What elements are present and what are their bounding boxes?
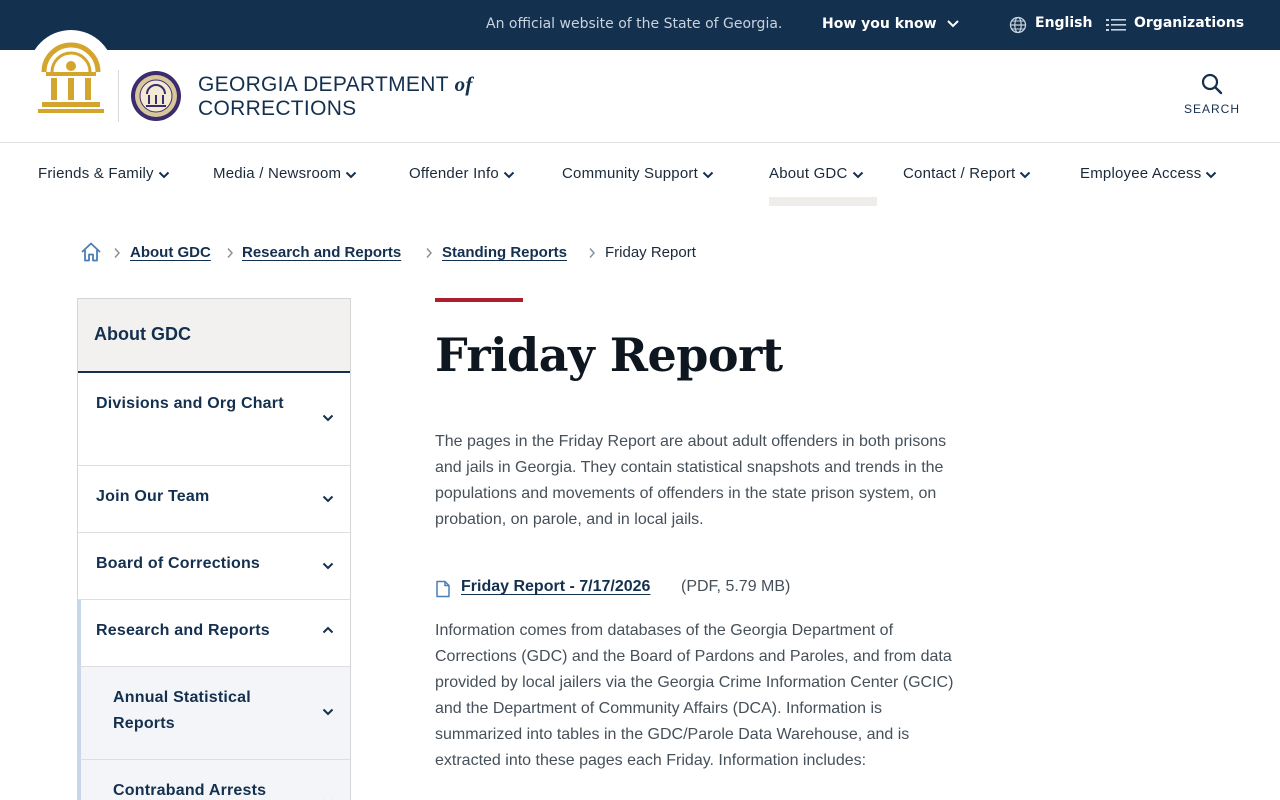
chevron-right-icon [227, 248, 234, 258]
agency-name-of: of [454, 72, 473, 96]
nav-label: Media / Newsroom [213, 165, 342, 182]
nav-label: Employee Access [1080, 165, 1202, 182]
intro-paragraph: The pages in the Friday Report are about… [435, 433, 947, 528]
globe-icon [1009, 16, 1027, 34]
chevron-down-icon[interactable] [322, 414, 334, 422]
chevron-down-icon[interactable] [322, 495, 334, 503]
sidebar-item-research-reports[interactable]: Research and Reports [78, 600, 350, 667]
section-sidebar: About GDC Divisions and Org Chart Join O… [77, 298, 351, 800]
how-you-know-button[interactable]: How you know [822, 16, 959, 32]
chevron-up-icon[interactable] [322, 626, 334, 634]
nav-label: Community Support [562, 165, 698, 182]
breadcrumb-current: Friday Report [605, 244, 696, 261]
organizations-label: Organizations [1134, 15, 1245, 31]
document-icon [436, 580, 450, 598]
chevron-right-icon [426, 248, 433, 258]
language-label: English [1035, 15, 1093, 31]
chevron-right-icon [589, 248, 596, 258]
agency-name[interactable]: GEORGIA DEPARTMENT of CORRECTIONS [198, 72, 473, 121]
nav-active-indicator [769, 197, 877, 206]
nav-label: Friends & Family [38, 165, 154, 182]
sidebar-item-join-our-team[interactable]: Join Our Team [78, 466, 350, 533]
sidebar-subitem-annual-statistical-reports[interactable]: Annual Statistical Reports [78, 667, 350, 760]
home-icon[interactable] [80, 241, 102, 263]
sidebar-item-label: Join Our Team [96, 488, 210, 505]
nav-item-contact-report[interactable]: Contact / Report [903, 165, 1031, 182]
sidebar-item-label: Contraband Arrests [113, 782, 267, 799]
nav-item-about-gdc[interactable]: About GDC [769, 165, 864, 182]
chevron-right-icon [114, 248, 121, 258]
chevron-down-icon [1206, 171, 1217, 179]
how-you-know-label: How you know [822, 16, 937, 32]
header-divider [118, 70, 119, 122]
breadcrumb-standing-reports[interactable]: Standing Reports [442, 244, 567, 261]
chevron-down-icon [702, 171, 714, 179]
gdc-seal-logo[interactable] [130, 70, 182, 122]
nav-item-friends-family[interactable]: Friends & Family [38, 165, 170, 182]
agency-name-line2: CORRECTIONS [198, 97, 357, 120]
nav-item-community-support[interactable]: Community Support [562, 165, 714, 182]
breadcrumb-research-reports[interactable]: Research and Reports [242, 244, 401, 261]
chevron-down-icon [346, 171, 357, 179]
nav-label: Offender Info [409, 165, 499, 182]
site-header: GEORGIA DEPARTMENT of CORRECTIONS SEARCH [0, 30, 1280, 143]
page-title: Friday Report [435, 328, 783, 382]
sidebar-heading[interactable]: About GDC [78, 299, 350, 373]
sidebar-item-board-of-corrections[interactable]: Board of Corrections [78, 533, 350, 600]
search-button[interactable]: SEARCH [1178, 72, 1246, 122]
info-paragraph: Information comes from databases of the … [435, 622, 954, 769]
sidebar-item-divisions-org-chart[interactable]: Divisions and Org Chart [78, 373, 350, 466]
friday-report-pdf-link[interactable]: Friday Report - 7/17/2026 [461, 578, 650, 596]
sidebar-heading-label: About GDC [94, 324, 191, 344]
document-meta: (PDF, 5.79 MB) [681, 578, 791, 595]
chevron-down-icon[interactable] [322, 562, 334, 570]
chevron-down-icon [852, 171, 863, 179]
sidebar-item-label: Research and Reports [96, 622, 270, 639]
nav-label: Contact / Report [903, 165, 1016, 182]
list-icon [1106, 19, 1126, 31]
chevron-down-icon [947, 20, 959, 28]
sidebar-item-label: Divisions and Org Chart [96, 395, 284, 412]
sidebar-subitem-contraband-arrests[interactable]: Contraband Arrests [78, 760, 350, 800]
nav-item-media-newsroom[interactable]: Media / Newsroom [213, 165, 357, 182]
main-navigation: Friends & Family Media / Newsroom Offend… [0, 143, 1280, 207]
nav-item-employee-access[interactable]: Employee Access [1080, 165, 1217, 182]
nav-label: About GDC [769, 165, 848, 182]
chevron-down-icon[interactable] [322, 708, 334, 716]
sidebar-item-label: Board of Corrections [96, 555, 261, 572]
georgia-state-seal-logo[interactable] [36, 40, 106, 116]
nav-item-offender-info[interactable]: Offender Info [409, 165, 515, 182]
chevron-down-icon [158, 171, 169, 179]
agency-name-line1: GEORGIA DEPARTMENT [198, 73, 449, 96]
official-text: An official website of the State of Geor… [486, 16, 783, 32]
search-label: SEARCH [1183, 102, 1240, 116]
sidebar-item-label: Annual Statistical Reports [113, 689, 251, 732]
search-icon [1201, 73, 1223, 95]
breadcrumb-about-gdc[interactable]: About GDC [130, 244, 211, 261]
official-banner: An official website of the State of Geor… [0, 0, 1280, 50]
chevron-down-icon [503, 171, 515, 179]
chevron-down-icon [1020, 171, 1031, 179]
title-accent-rule [435, 298, 523, 302]
